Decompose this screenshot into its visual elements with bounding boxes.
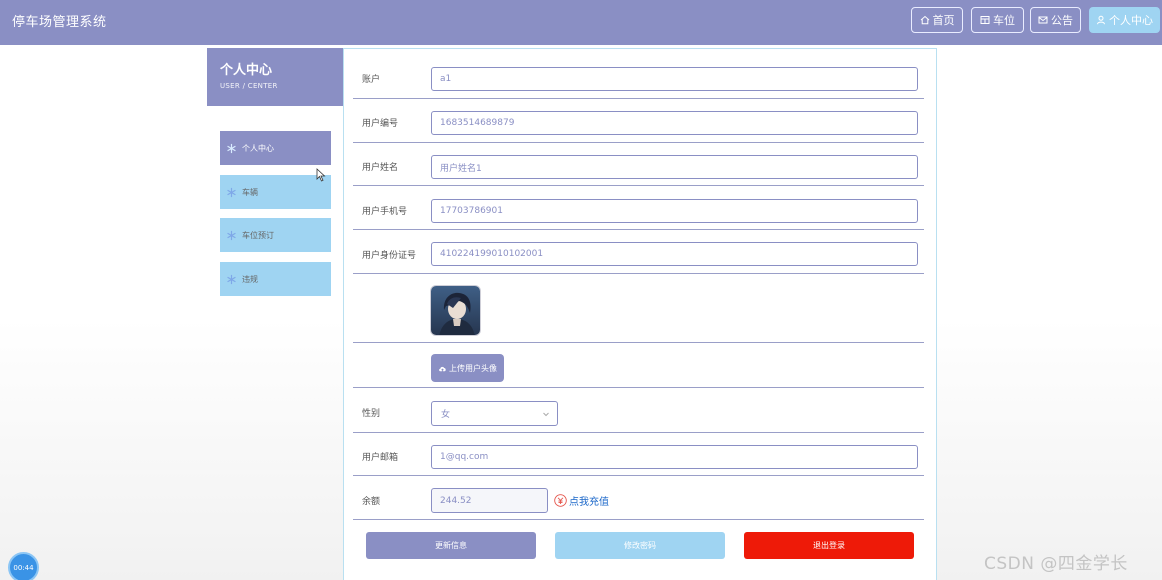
cloud-upload-icon — [439, 366, 446, 372]
snowflake-icon — [227, 230, 236, 240]
top-navbar: 停车场管理系统 首页 车位 公告 个人中心 — [0, 0, 1162, 45]
mouse-cursor-icon — [316, 168, 326, 182]
nav-personal-center-label: 个人中心 — [1109, 14, 1153, 27]
logout-button[interactable]: 退出登录 — [744, 532, 914, 559]
id-card-label: 用户身份证号 — [362, 251, 417, 261]
row-divider — [353, 229, 924, 230]
email-input[interactable] — [431, 445, 918, 469]
recharge-icon — [554, 494, 567, 507]
row-divider — [353, 342, 924, 343]
mail-icon — [1038, 16, 1048, 24]
watermark-text: CSDN @四金学长 — [984, 554, 1128, 574]
user-name-input[interactable] — [431, 155, 918, 179]
gender-selected-value: 女 — [441, 410, 451, 420]
sidebar-item-vehicles[interactable]: 车辆 — [220, 175, 331, 209]
row-divider — [353, 98, 924, 99]
sidebar-subtitle: USER / CENTER — [220, 82, 278, 90]
home-icon — [920, 15, 929, 25]
phone-label: 用户手机号 — [362, 207, 408, 217]
balance-value: 244.52 — [440, 495, 472, 506]
row-divider — [353, 519, 924, 520]
sidebar-item-label: 车辆 — [242, 187, 258, 197]
gender-select[interactable]: 女 — [431, 401, 558, 426]
sidebar-item-label: 违规 — [242, 274, 258, 284]
user-name-label: 用户姓名 — [362, 163, 399, 173]
nav-home-button[interactable]: 首页 — [911, 7, 963, 33]
nav-parking-space-button[interactable]: 车位 — [971, 7, 1024, 33]
sidebar-header: 个人中心 USER / CENTER — [207, 48, 343, 106]
sidebar-item-label: 个人中心 — [242, 143, 274, 153]
user-number-input[interactable] — [431, 111, 918, 135]
grid-icon — [980, 16, 990, 24]
email-label: 用户邮箱 — [362, 453, 399, 463]
sidebar-title: 个人中心 — [220, 63, 273, 78]
row-divider — [353, 142, 924, 143]
gender-label: 性别 — [362, 409, 381, 419]
balance-field: 244.52 — [431, 488, 548, 513]
recharge-link[interactable]: 点我充值 — [554, 493, 609, 508]
sidebar-item-label: 车位预订 — [242, 230, 274, 240]
nav-notice-label: 公告 — [1051, 14, 1073, 27]
chevron-down-icon — [543, 412, 549, 417]
upload-avatar-button[interactable]: 上传用户头像 — [431, 354, 504, 382]
row-divider — [353, 273, 924, 274]
snowflake-icon — [227, 187, 236, 197]
avatar-image — [431, 286, 480, 335]
update-info-button[interactable]: 更新信息 — [366, 532, 536, 559]
sidebar-item-violations[interactable]: 违规 — [220, 262, 331, 296]
snowflake-icon — [227, 143, 236, 153]
row-divider — [353, 387, 924, 388]
snowflake-icon — [227, 274, 236, 284]
phone-input[interactable] — [431, 199, 918, 223]
row-divider — [353, 185, 924, 186]
nav-notice-button[interactable]: 公告 — [1030, 7, 1081, 33]
user-number-label: 用户编号 — [362, 119, 399, 129]
nav-personal-center-button[interactable]: 个人中心 — [1089, 7, 1160, 33]
balance-label: 余额 — [362, 497, 381, 507]
id-card-input[interactable] — [431, 242, 918, 266]
nav-home-label: 首页 — [932, 14, 955, 27]
nav-parking-space-label: 车位 — [993, 14, 1015, 27]
recording-timer-badge: 00:44 — [8, 552, 39, 580]
recharge-label: 点我充值 — [569, 497, 609, 508]
account-input[interactable] — [431, 67, 918, 91]
user-icon — [1097, 15, 1105, 25]
app-title: 停车场管理系统 — [12, 15, 107, 30]
upload-avatar-label: 上传用户头像 — [449, 363, 497, 373]
user-avatar — [430, 285, 481, 336]
account-label: 账户 — [362, 75, 381, 85]
sidebar-item-space-booking[interactable]: 车位预订 — [220, 218, 331, 252]
row-divider — [353, 432, 924, 433]
sidebar-item-personal-center[interactable]: 个人中心 — [220, 131, 331, 165]
row-divider — [353, 475, 924, 476]
change-password-button[interactable]: 修改密码 — [555, 532, 725, 559]
